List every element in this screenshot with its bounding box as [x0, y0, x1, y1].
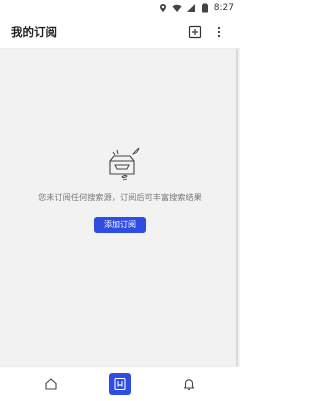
empty-inbox-icon	[109, 147, 140, 181]
empty-state-message: 您未订阅任何搜索源，订阅后可丰富搜索结果	[38, 192, 202, 202]
add-subscription-icon[interactable]	[188, 25, 202, 39]
subscription-icon	[114, 377, 126, 391]
nav-home[interactable]	[40, 373, 62, 395]
page-title: 我的订阅	[11, 25, 57, 39]
add-subscription-button[interactable]: 添加订阅	[94, 217, 146, 233]
nav-subscriptions[interactable]	[109, 373, 131, 395]
battery-icon	[201, 3, 208, 13]
wifi-icon	[172, 4, 182, 12]
bell-icon	[183, 379, 195, 390]
signal-icon	[186, 4, 195, 12]
subscription-list-area	[0, 49, 240, 366]
status-bar: 8:27	[0, 0, 240, 16]
home-icon	[45, 378, 57, 390]
bottom-nav	[0, 366, 240, 401]
status-time: 8:27	[213, 3, 234, 13]
location-icon	[159, 4, 166, 12]
app-bar: 我的订阅	[0, 16, 240, 49]
more-options-icon[interactable]	[214, 25, 224, 39]
scrollbar[interactable]	[236, 49, 238, 366]
nav-notifications[interactable]	[178, 373, 200, 395]
